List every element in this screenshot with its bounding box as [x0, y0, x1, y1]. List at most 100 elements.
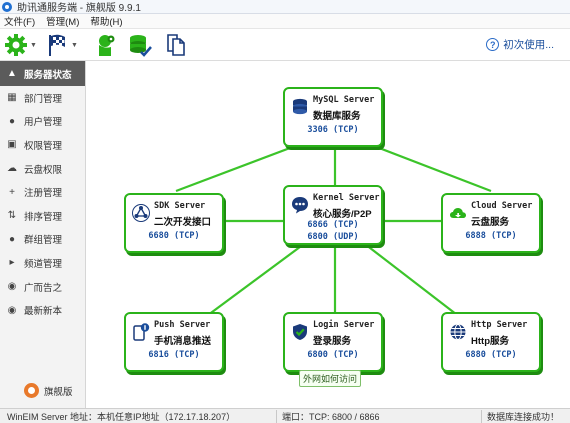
kernel-server-card[interactable]: Kernel Server 核心服务/P2P 6866 (TCP) 6800 (… [283, 185, 383, 245]
sidebar-item-label: 广而告之 [24, 282, 63, 294]
copy-button[interactable] [164, 32, 188, 58]
sidebar-item-registration[interactable]: + 注册管理 [0, 180, 85, 204]
menu-manage[interactable]: 管理(M) [46, 14, 79, 28]
server-port: 6888 (TCP) [465, 231, 517, 241]
group-icon: ● [8, 233, 16, 245]
toolbar: ▼ ▼ ? 初次使用... [0, 29, 570, 61]
server-status-icon: ▲ [7, 68, 17, 79]
sidebar-item-channels[interactable]: ▸ 频道管理 [0, 251, 85, 275]
sidebar-item-label: 部门管理 [24, 93, 63, 105]
sidebar-item-label: 最新新本 [24, 306, 63, 318]
location-icon: ◉ [7, 281, 17, 293]
sidebar-item-cloud-permissions[interactable]: ☁ 云盘权限 [0, 157, 85, 181]
server-port-tcp: 6866 (TCP) [307, 220, 359, 230]
server-port-udp: 6800 (UDP) [307, 232, 359, 242]
latest-version-icon: ◉ [7, 304, 17, 316]
server-name: MySQL Server [313, 95, 375, 105]
menu-file[interactable]: 文件(F) [4, 14, 35, 28]
window-title: 助讯通服务端 - 旗舰版 9.9.1 [17, 3, 141, 14]
sidebar-item-latest-version[interactable]: ◉ 最新新本 [0, 298, 85, 322]
sidebar-item-announcements[interactable]: ◉ 广而告之 [0, 275, 85, 299]
sidebar-item-label: 频道管理 [24, 258, 63, 270]
chevron-down-icon: ▼ [30, 41, 37, 49]
sidebar-item-server-status[interactable]: ▲ 服务器状态 [0, 61, 85, 86]
server-description: 手机消息推送 [154, 336, 212, 347]
sort-icon: ⇅ [7, 210, 17, 222]
database-check-button[interactable] [128, 32, 152, 58]
sidebar-item-label: 用户管理 [24, 117, 63, 129]
help-link[interactable]: ? 初次使用... [486, 37, 554, 52]
status-bar: WinEIM Server 地址：本机任意IP地址（172.17.18.207）… [0, 408, 570, 423]
external-access-button[interactable]: 外网如何访问 [299, 370, 361, 387]
database-check-icon [130, 35, 152, 57]
cloud-icon: ☁ [7, 163, 17, 175]
channel-icon: ▸ [9, 257, 15, 269]
edition-label: 旗舰版 [44, 386, 73, 398]
help-icon: ? [486, 38, 500, 51]
sdk-server-card[interactable]: SDK Server 二次开发接口 6680 (TCP) [124, 193, 224, 253]
server-name: Cloud Server [471, 201, 533, 211]
server-address-status: WinEIM Server 地址：本机任意IP地址（172.17.18.207） [2, 409, 277, 423]
help-label: 初次使用... [503, 39, 554, 51]
push-server-card[interactable]: Push Server 手机消息推送 6816 (TCP) [124, 312, 224, 372]
server-name: SDK Server [154, 201, 206, 211]
chat-bubble-icon [292, 197, 308, 214]
copy-documents-icon [167, 34, 185, 56]
user-settings-button[interactable] [94, 32, 118, 58]
server-description: 数据库服务 [313, 111, 361, 122]
server-name: Kernel Server [313, 193, 380, 203]
sidebar-item-label: 排序管理 [24, 211, 63, 223]
sidebar-item-label: 权限管理 [24, 140, 63, 152]
server-name: Login Server [313, 320, 375, 330]
server-description: 云盘服务 [471, 217, 510, 228]
share-nodes-icon [132, 204, 150, 222]
user-icon: ● [8, 115, 16, 127]
edition-icon [24, 383, 39, 398]
sidebar: ▲ 服务器状态 ▦ 部门管理 ● 用户管理 ▣ 权限管理 ☁ 云盘权限 + 注册… [0, 61, 86, 408]
server-port: 3306 (TCP) [307, 125, 359, 135]
lock-icon: ▣ [7, 139, 17, 151]
server-port: 6800 (TCP) [307, 350, 359, 360]
server-name: Push Server [154, 320, 211, 330]
shield-check-icon [293, 324, 307, 340]
menu-help[interactable]: 帮助(H) [90, 14, 122, 28]
sidebar-item-label: 云盘权限 [24, 164, 63, 176]
sidebar-item-users[interactable]: ● 用户管理 [0, 110, 85, 134]
edition-badge: 旗舰版 [24, 383, 73, 398]
sidebar-item-permissions[interactable]: ▣ 权限管理 [0, 133, 85, 157]
mobile-notification-icon [133, 323, 150, 341]
checkered-flag-icon [49, 34, 65, 56]
server-topology-diagram: MySQL Server 数据库服务 3306 (TCP) SDK Server… [86, 61, 570, 408]
menu-bar: 文件(F) 管理(M) 帮助(H) [0, 14, 570, 29]
server-description: 二次开发接口 [154, 217, 212, 228]
login-server-card[interactable]: Login Server 登录服务 6800 (TCP) [283, 312, 383, 372]
database-connection-status: 数据库连接成功！ [487, 411, 560, 422]
server-description: 登录服务 [313, 336, 352, 347]
sidebar-item-departments[interactable]: ▦ 部门管理 [0, 86, 85, 110]
plus-icon: + [9, 186, 15, 198]
settings-button[interactable]: ▼ [4, 32, 37, 58]
cloud-icon [450, 208, 466, 218]
department-icon: ▦ [7, 92, 17, 104]
sidebar-item-groups[interactable]: ● 群组管理 [0, 228, 85, 252]
http-server-card[interactable]: Http Server Http服务 6880 (TCP) [441, 312, 541, 372]
database-icon [293, 98, 307, 115]
app-logo-icon [2, 1, 12, 12]
mysql-server-card[interactable]: MySQL Server 数据库服务 3306 (TCP) [283, 87, 383, 147]
server-description: 核心服务/P2P [313, 209, 372, 220]
globe-icon [450, 324, 466, 340]
server-name: Http Server [471, 320, 528, 330]
title-bar: 助讯通服务端 - 旗舰版 9.9.1 [0, 0, 570, 14]
start-stop-button[interactable]: ▼ [45, 32, 78, 58]
port-status: 端口：TCP: 6800 / 6866 [277, 409, 482, 423]
gear-icon [5, 34, 27, 56]
sidebar-item-label: 注册管理 [24, 188, 63, 200]
sidebar-item-label: 群组管理 [24, 235, 63, 247]
server-description: Http服务 [471, 336, 509, 347]
chevron-down-icon: ▼ [71, 41, 78, 49]
sidebar-item-label: 服务器状态 [24, 69, 72, 81]
sidebar-item-sorting[interactable]: ⇅ 排序管理 [0, 204, 85, 228]
user-gear-icon [99, 35, 115, 56]
server-port: 6680 (TCP) [148, 231, 200, 241]
cloud-server-card[interactable]: Cloud Server 云盘服务 6888 (TCP) [441, 193, 541, 253]
